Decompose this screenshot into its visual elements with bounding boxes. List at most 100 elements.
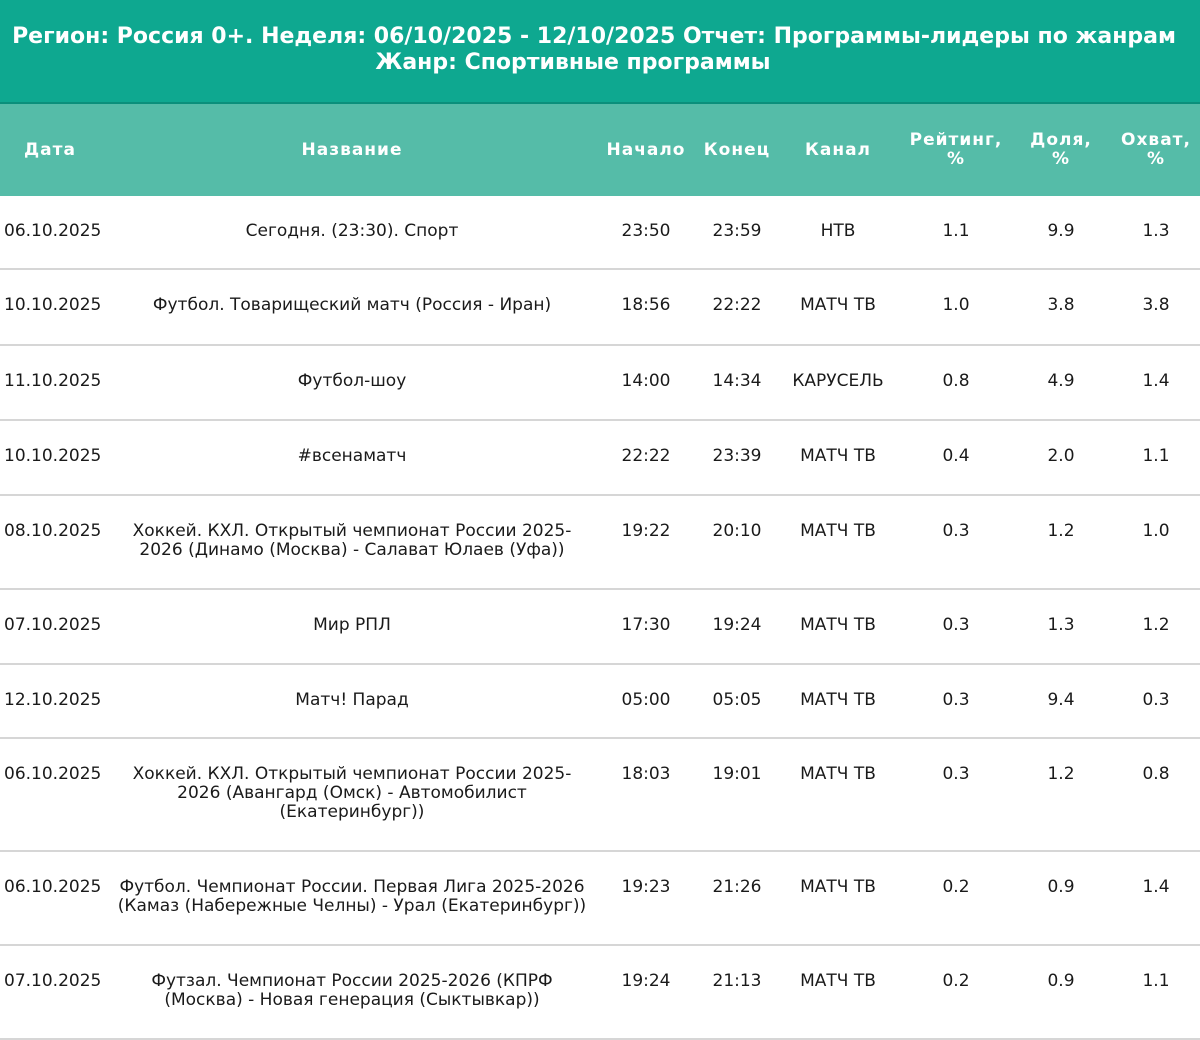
cell-date: 11.10.2025 [4,371,102,391]
column-header-name[interactable]: Название [112,104,592,196]
table-row[interactable]: 07.10.2025 Футзал. Чемпионат России 2025… [0,946,1200,1040]
table-body: 06.10.2025 Сегодня. (23:30). Спорт 23:50… [0,196,1200,1040]
cell-name: Футбол-шоу [297,371,407,391]
cell-reach: 0.3 [1142,690,1170,710]
cell-end: 05:05 [712,690,762,710]
column-header-end[interactable]: Конец [697,104,777,196]
cell-end: 22:22 [712,295,762,315]
column-header-rating[interactable]: Рейтинг, % [906,104,1006,196]
cell-start: 17:30 [621,615,671,635]
cell-share: 4.9 [1047,371,1075,391]
table-row[interactable]: 07.10.2025 Мир РПЛ 17:30 19:24 МАТЧ ТВ 0… [0,590,1200,665]
cell-start: 19:23 [621,877,671,897]
cell-date: 10.10.2025 [4,295,102,315]
cell-date: 06.10.2025 [4,877,102,897]
cell-name: Хоккей. КХЛ. Открытый чемпионат России 2… [132,521,572,560]
cell-rating: 0.4 [942,446,970,466]
cell-end: 14:34 [712,371,762,391]
cell-end: 19:01 [712,764,762,784]
cell-channel: МАТЧ ТВ [800,764,876,784]
cell-start: 05:00 [621,690,671,710]
cell-reach: 1.4 [1142,877,1170,897]
cell-channel: МАТЧ ТВ [800,615,876,635]
table-row[interactable]: 06.10.2025 Хоккей. КХЛ. Открытый чемпион… [0,739,1200,852]
cell-channel: МАТЧ ТВ [800,446,876,466]
cell-name: Матч! Парад [295,690,409,710]
cell-end: 23:39 [712,446,762,466]
cell-rating: 0.3 [942,615,970,635]
cell-reach: 1.2 [1142,615,1170,635]
column-header-date[interactable]: Дата [0,104,100,196]
cell-date: 06.10.2025 [4,764,102,784]
column-header-reach[interactable]: Охват, % [1106,104,1200,196]
cell-end: 21:26 [712,877,762,897]
cell-name: Мир РПЛ [313,615,391,635]
table-row[interactable]: 10.10.2025 Футбол. Товарищеский матч (Ро… [0,270,1200,346]
cell-date: 10.10.2025 [4,446,102,466]
cell-rating: 0.3 [942,764,970,784]
cell-rating: 1.0 [942,295,970,315]
table-row[interactable]: 06.10.2025 Сегодня. (23:30). Спорт 23:50… [0,196,1200,270]
cell-channel: МАТЧ ТВ [800,971,876,991]
cell-reach: 1.1 [1142,971,1170,991]
cell-share: 3.8 [1047,295,1075,315]
cell-share: 0.9 [1047,877,1075,897]
report-title: Регион: Россия 0+. Неделя: 06/10/2025 - … [12,24,1176,49]
cell-start: 23:50 [621,221,671,241]
report-header: Регион: Россия 0+. Неделя: 06/10/2025 - … [0,0,1200,104]
cell-channel: МАТЧ ТВ [800,877,876,897]
cell-name: Футбол. Товарищеский матч (Россия - Иран… [152,295,552,315]
cell-reach: 1.1 [1142,446,1170,466]
table-row[interactable]: 06.10.2025 Футбол. Чемпионат России. Пер… [0,852,1200,946]
cell-reach: 1.3 [1142,221,1170,241]
cell-date: 07.10.2025 [4,971,102,991]
cell-end: 21:13 [712,971,762,991]
cell-end: 23:59 [712,221,762,241]
table-row[interactable]: 08.10.2025 Хоккей. КХЛ. Открытый чемпион… [0,496,1200,590]
cell-channel: КАРУСЕЛЬ [792,371,884,391]
cell-share: 9.9 [1047,221,1075,241]
cell-share: 2.0 [1047,446,1075,466]
cell-share: 1.2 [1047,521,1075,541]
cell-rating: 0.2 [942,877,970,897]
cell-name: #всенаматч [297,446,407,466]
cell-channel: МАТЧ ТВ [800,521,876,541]
table-header: Дата Название Начало Конец Канал Рейтинг… [0,104,1200,196]
table-row[interactable]: 10.10.2025 #всенаматч 22:22 23:39 МАТЧ Т… [0,421,1200,496]
cell-name: Сегодня. (23:30). Спорт [245,221,459,241]
cell-start: 14:00 [621,371,671,391]
cell-start: 19:22 [621,521,671,541]
column-header-share[interactable]: Доля, % [1011,104,1111,196]
cell-date: 08.10.2025 [4,521,102,541]
cell-channel: НТВ [820,221,856,241]
cell-date: 06.10.2025 [4,221,102,241]
cell-name: Футзал. Чемпионат России 2025-2026 (КПРФ… [151,971,553,1010]
cell-reach: 3.8 [1142,295,1170,315]
cell-date: 07.10.2025 [4,615,102,635]
cell-rating: 0.2 [942,971,970,991]
cell-share: 9.4 [1047,690,1075,710]
cell-start: 19:24 [621,971,671,991]
cell-name: Хоккей. КХЛ. Открытый чемпионат России 2… [132,764,572,822]
cell-share: 0.9 [1047,971,1075,991]
cell-share: 1.2 [1047,764,1075,784]
cell-rating: 0.3 [942,521,970,541]
cell-start: 18:03 [621,764,671,784]
cell-reach: 0.8 [1142,764,1170,784]
cell-end: 19:24 [712,615,762,635]
column-header-start[interactable]: Начало [606,104,686,196]
table-row[interactable]: 12.10.2025 Матч! Парад 05:00 05:05 МАТЧ … [0,665,1200,739]
table-row[interactable]: 11.10.2025 Футбол-шоу 14:00 14:34 КАРУСЕ… [0,346,1200,421]
cell-end: 20:10 [712,521,762,541]
cell-rating: 0.3 [942,690,970,710]
cell-reach: 1.4 [1142,371,1170,391]
cell-name: Футбол. Чемпионат России. Первая Лига 20… [117,877,587,916]
cell-channel: МАТЧ ТВ [800,690,876,710]
column-header-channel[interactable]: Канал [783,104,893,196]
cell-channel: МАТЧ ТВ [800,295,876,315]
cell-rating: 0.8 [942,371,970,391]
cell-start: 22:22 [621,446,671,466]
cell-reach: 1.0 [1142,521,1170,541]
cell-rating: 1.1 [942,221,970,241]
cell-share: 1.3 [1047,615,1075,635]
